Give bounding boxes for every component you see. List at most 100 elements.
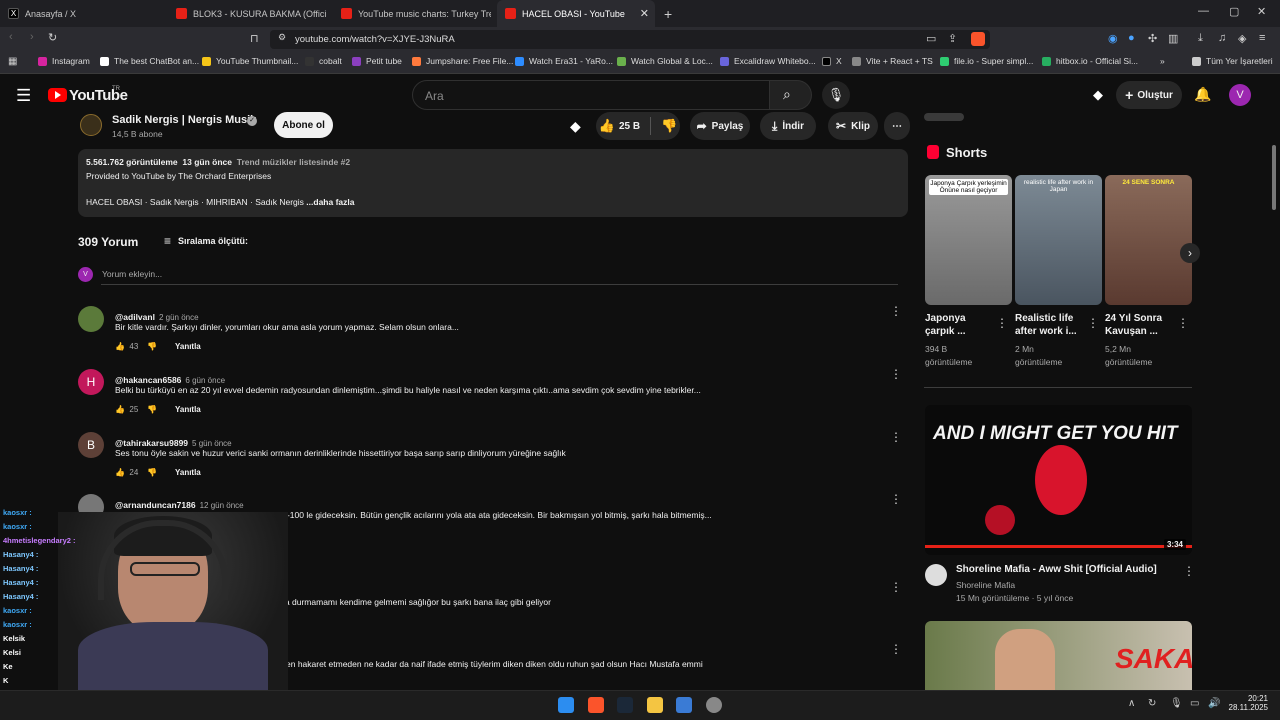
dislike-icon[interactable]: 👎 xyxy=(147,468,157,477)
forward-icon[interactable]: › xyxy=(30,31,34,43)
dislike-icon[interactable]: 👎 xyxy=(661,118,677,134)
short-title[interactable]: Japonya çarpık ... xyxy=(925,312,995,338)
bookmark-item[interactable]: X xyxy=(822,56,842,66)
brave-shield-icon[interactable] xyxy=(971,32,985,46)
chevron-right-icon[interactable]: › xyxy=(1180,243,1200,263)
windows-start-icon[interactable] xyxy=(558,697,574,713)
extensions-icon[interactable]: ✣ xyxy=(1148,32,1157,45)
reply-button[interactable]: Yanıtla xyxy=(175,405,201,414)
channel-avatar[interactable] xyxy=(925,564,947,586)
comment-author[interactable]: @adilvanl xyxy=(115,312,155,322)
maximize-icon[interactable]: ▢ xyxy=(1229,5,1239,18)
store-app-icon[interactable] xyxy=(676,697,692,713)
search-input[interactable]: Ara xyxy=(412,80,770,110)
bookmark-item[interactable]: Jumpshare: Free File... xyxy=(412,56,513,66)
subscribe-button[interactable]: Abone ol xyxy=(274,112,333,138)
chip-partial[interactable] xyxy=(924,113,964,121)
hamburger-menu-icon[interactable]: ☰ xyxy=(16,86,31,106)
sort-button[interactable]: ≡ Sıralama ölçütü: xyxy=(164,234,248,248)
commenter-avatar[interactable]: B xyxy=(78,432,104,458)
comment-menu-icon[interactable]: ⋮ xyxy=(890,367,902,381)
wallet-icon[interactable]: ◈ xyxy=(1238,32,1246,45)
app-icon[interactable] xyxy=(706,697,722,713)
bookmark-item[interactable]: Instagram xyxy=(38,56,90,66)
close-window-icon[interactable]: ✕ xyxy=(1257,5,1266,18)
new-tab-icon[interactable]: + xyxy=(664,6,672,22)
tray-app-icon[interactable]: ↻ xyxy=(1148,698,1156,709)
site-info-icon[interactable]: ⚙ xyxy=(278,32,286,43)
volume-icon[interactable]: 🔊 xyxy=(1208,698,1220,709)
bookmark-item[interactable]: file.io - Super simpl... xyxy=(940,56,1033,66)
brave-rewards-icon[interactable]: ◆ xyxy=(1093,87,1103,103)
bookmark-item[interactable]: YouTube Thumbnail... xyxy=(202,56,298,66)
tab-x[interactable]: X Anasayfa / X xyxy=(0,0,165,27)
reply-button[interactable]: Yanıtla xyxy=(175,468,201,477)
short-title[interactable]: 24 Yıl Sonra Kavuşan ... xyxy=(1105,312,1175,338)
bookmark-item[interactable]: Vite + React + TS xyxy=(852,56,933,66)
download-button[interactable]: ⤓ İndir xyxy=(760,112,816,140)
like-icon[interactable]: 👍 xyxy=(115,342,125,351)
brave-app-icon[interactable] xyxy=(588,697,604,713)
dislike-icon[interactable]: 👎 xyxy=(147,342,157,351)
steam-app-icon[interactable] xyxy=(617,697,633,713)
short-title[interactable]: Realistic life after work i... xyxy=(1015,312,1085,338)
bookmark-item[interactable]: Watch Global & Loc... xyxy=(617,56,713,66)
more-actions-icon[interactable]: ⋯ xyxy=(884,112,910,140)
more-bookmarks-icon[interactable]: » xyxy=(1160,56,1165,66)
comment-menu-icon[interactable]: ⋮ xyxy=(890,430,902,444)
short-menu-icon[interactable]: ⋮ xyxy=(1087,316,1099,330)
vpn-icon[interactable]: ● xyxy=(1128,32,1135,44)
trend-link[interactable]: Trend müzikler listesinde #2 xyxy=(237,157,350,167)
avatar[interactable]: V xyxy=(1229,84,1251,106)
bookmark-item[interactable]: Petit tube xyxy=(352,56,402,66)
commenter-avatar[interactable]: H xyxy=(78,369,104,395)
clip-button[interactable]: ✂ Klip xyxy=(828,112,878,140)
short-thumbnail[interactable]: realistic life after work in Japan xyxy=(1015,175,1102,305)
voice-search-icon[interactable]: 🎙 xyxy=(822,81,850,109)
comment-menu-icon[interactable]: ⋮ xyxy=(890,304,902,318)
comment-menu-icon[interactable]: ⋮ xyxy=(890,492,902,506)
comment-author[interactable]: @arnanduncan7186 xyxy=(115,500,196,510)
bookmark-item[interactable]: Watch Era31 - YaRo... xyxy=(515,56,613,66)
create-button[interactable]: + Oluştur xyxy=(1116,81,1182,109)
share-icon[interactable]: ⇪ xyxy=(948,32,957,45)
cast-icon[interactable]: ▭ xyxy=(926,32,936,45)
reload-icon[interactable]: ↻ xyxy=(48,31,57,44)
video-menu-icon[interactable]: ⋮ xyxy=(1183,564,1195,578)
short-thumbnail[interactable]: Japonya Çarpık yerleşimin Önüne nasıl ge… xyxy=(925,175,1012,305)
close-tab-icon[interactable]: ✕ xyxy=(640,7,649,20)
short-menu-icon[interactable]: ⋮ xyxy=(996,316,1008,330)
bookmark-item[interactable]: Excalidraw Whitebo... xyxy=(720,56,816,66)
reply-button[interactable]: Yanıtla xyxy=(175,342,201,351)
youtube-logo-icon[interactable] xyxy=(48,88,67,102)
like-icon[interactable]: 👍 xyxy=(115,468,125,477)
short-thumbnail[interactable]: 24 SENE SONRA xyxy=(1105,175,1192,305)
back-icon[interactable]: ‹ xyxy=(9,31,13,43)
show-more-link[interactable]: ...daha fazla xyxy=(306,197,354,207)
like-icon[interactable]: 👍 xyxy=(599,118,615,134)
channel-name[interactable]: Sadik Nergis | Nergis Musik xyxy=(112,114,256,126)
search-button[interactable]: ⌕ xyxy=(770,80,812,110)
video-thumbnail[interactable]: SAKAT xyxy=(925,621,1192,690)
brave-tip-icon[interactable]: ◆ xyxy=(570,118,581,135)
comment-author[interactable]: @hakancan6586 xyxy=(115,375,181,385)
menu-icon[interactable]: ≡ xyxy=(1259,32,1265,44)
download-icon[interactable]: ⤓ xyxy=(1198,32,1203,45)
comment-author[interactable]: @tahirakarsu9899 xyxy=(115,438,188,448)
short-menu-icon[interactable]: ⋮ xyxy=(1177,316,1189,330)
tab-blok3[interactable]: BLOK3 - KUSURA BAKMA (Official M xyxy=(168,0,326,27)
tab-active-video[interactable]: HACEL OBASI - YouTube ✕ xyxy=(497,0,655,27)
audio-icon[interactable]: ◉ xyxy=(1108,32,1118,45)
music-icon[interactable]: ♫ xyxy=(1218,32,1226,44)
bookmark-item[interactable]: hitbox.io - Official Si... xyxy=(1042,56,1138,66)
notifications-bell-icon[interactable]: 🔔 xyxy=(1194,86,1211,103)
dislike-icon[interactable]: 👎 xyxy=(147,405,157,414)
comment-menu-icon[interactable]: ⋮ xyxy=(890,580,902,594)
video-thumbnail[interactable]: AND I MIGHT GET YOU HIT 3:34 xyxy=(925,405,1192,555)
tray-chevron-icon[interactable]: ∧ xyxy=(1128,698,1135,709)
sidebar-icon[interactable]: ▥ xyxy=(1168,32,1178,45)
clock[interactable]: 20:21 28.11.2025 xyxy=(1229,694,1268,712)
add-comment-input[interactable]: Yorum ekleyin... xyxy=(102,269,162,279)
tab-charts[interactable]: YouTube music charts: Turkey Trendi xyxy=(333,0,491,27)
apps-grid-icon[interactable]: ▦ xyxy=(8,56,17,67)
